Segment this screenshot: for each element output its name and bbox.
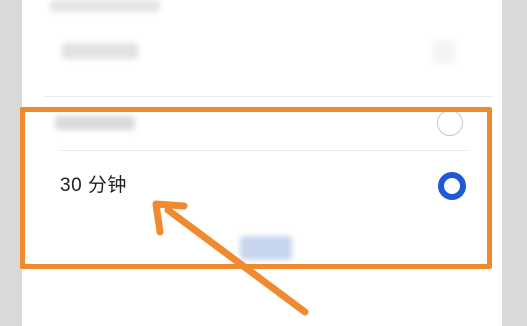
divider: [44, 96, 494, 97]
highlight-box: [20, 107, 492, 269]
blurred-radio: [432, 40, 456, 64]
blurred-option-label: [50, 0, 160, 12]
blurred-option-label: [62, 43, 138, 59]
